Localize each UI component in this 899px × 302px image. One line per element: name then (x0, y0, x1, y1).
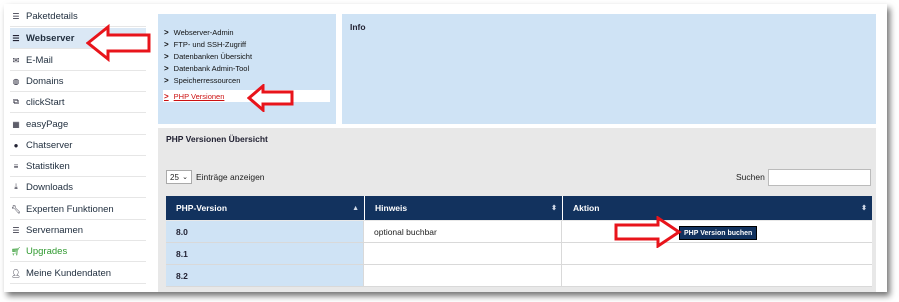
wrench-icon: 🔧︎ (10, 204, 22, 214)
chevron-right-icon: > (164, 52, 169, 61)
sidebar-item-easypage[interactable]: ▦ easyPage (10, 114, 146, 135)
sort-asc-icon: ▲ (352, 204, 359, 212)
annotation-arrow-icon (86, 24, 151, 62)
entries-control: 25 ⌄ Einträge anzeigen (166, 170, 265, 184)
cell-hinweis: optional buchbar (364, 221, 562, 243)
cell-aktion (562, 243, 872, 265)
cell-hinweis (364, 265, 562, 287)
sidebar-item-meine-kundendaten[interactable]: 👤︎ Meine Kundendaten (10, 263, 146, 284)
column-header-label: PHP-Version (176, 203, 228, 213)
table-row: 8.1 (166, 243, 872, 265)
sidebar-item-label: Paketdetails (26, 10, 78, 22)
envelope-icon: ✉ (12, 55, 20, 65)
annotation-arrow-icon (614, 216, 682, 248)
sidebar-item-downloads[interactable]: ⤓ Downloads (10, 177, 146, 198)
list-icon: ☰ (12, 11, 20, 21)
server-icon: ☰ (12, 33, 20, 43)
section-title: PHP Versionen Übersicht (166, 134, 268, 144)
server-list-icon: ☰ (12, 225, 20, 235)
sidebar-item-label: Upgrades (26, 245, 68, 257)
sidebar-item-label: easyPage (26, 118, 69, 130)
sidebar-item-label: Servernamen (26, 224, 84, 236)
sidebar-item-statistiken[interactable]: ≡ Statistiken (10, 156, 146, 177)
menu-item-ftp-ssh[interactable]: > FTP- und SSH-Zugriff (164, 39, 246, 50)
menu-item-label: PHP Versionen (173, 92, 225, 101)
sidebar-item-domains[interactable]: ◍ Domains (10, 71, 146, 92)
entries-select-value: 25 (170, 172, 179, 182)
chevron-right-icon: > (164, 40, 169, 49)
cart-icon: 🛒︎ (10, 246, 22, 256)
sort-icon: ⬍ (861, 205, 867, 212)
sidebar-item-label: Webserver (26, 32, 75, 44)
cell-php-version: 8.1 (166, 243, 364, 265)
menu-item-label: Datenbank Admin-Tool (173, 64, 250, 73)
menu-item-label: FTP- und SSH-Zugriff (173, 40, 247, 49)
table-row: 8.2 (166, 265, 872, 287)
menu-item-speicherressourcen[interactable]: > Speicherressourcen (164, 75, 240, 86)
table-header: PHP-Version ▲ Hinweis ⬍ Aktion ⬍ (166, 196, 872, 220)
chat-icon: ● (13, 140, 19, 150)
column-header-hinweis[interactable]: Hinweis ⬍ (364, 196, 562, 220)
sidebar-item-label: Chatserver (26, 139, 73, 151)
chevron-right-icon: > (164, 76, 169, 85)
php-version-buchen-button[interactable]: PHP Version buchen (679, 226, 758, 240)
sidebar-item-label: Domains (26, 75, 64, 87)
page-frame: ☰ Paketdetails ☰ Webserver ✉ E-Mail ◍ Do… (4, 4, 887, 292)
cell-hinweis (364, 243, 562, 265)
sidebar-item-chatserver[interactable]: ● Chatserver (10, 135, 146, 156)
menu-item-datenbanken[interactable]: > Datenbanken Übersicht (164, 51, 252, 62)
cell-aktion: PHP Version buchen (562, 221, 872, 243)
sidebar-item-label: E-Mail (26, 54, 53, 66)
cubes-icon: ⧉ (13, 97, 19, 106)
chevron-right-icon: > (164, 92, 169, 101)
cell-php-version: 8.0 (166, 221, 364, 243)
php-versions-section: PHP Versionen Übersicht 25 ⌄ Einträge an… (158, 128, 876, 292)
annotation-arrow-icon (247, 84, 294, 112)
table-row: 8.0 optional buchbar PHP Version buchen (166, 221, 872, 243)
column-header-php-version[interactable]: PHP-Version ▲ (166, 196, 364, 220)
sidebar-item-label: Downloads (26, 181, 73, 193)
sidebar-item-label: Statistiken (26, 160, 70, 172)
chevron-down-icon: ⌄ (182, 174, 188, 181)
column-header-label: Aktion (573, 203, 600, 213)
chevron-right-icon: > (164, 64, 169, 73)
chevron-right-icon: > (164, 28, 169, 37)
menu-item-php-versionen[interactable]: > PHP Versionen (164, 91, 224, 102)
bars-icon: ≡ (13, 161, 19, 171)
column-header-aktion[interactable]: Aktion ⬍ (562, 196, 872, 220)
column-header-label: Hinweis (375, 203, 408, 213)
sidebar-item-label: Meine Kundendaten (26, 267, 112, 279)
sidebar-item-servernamen[interactable]: ☰ Servernamen (10, 220, 146, 241)
globe-icon: ◍ (12, 76, 20, 86)
sidebar-item-clickstart[interactable]: ⧉ clickStart (10, 92, 146, 113)
sidebar-item-upgrades[interactable]: 🛒︎ Upgrades (10, 241, 146, 262)
entries-select[interactable]: 25 ⌄ (166, 170, 192, 184)
menu-item-datenbank-admin[interactable]: > Datenbank Admin-Tool (164, 63, 249, 74)
cell-php-version: 8.2 (166, 265, 364, 287)
menu-item-label: Webserver-Admin (173, 28, 234, 37)
user-icon: 👤︎ (10, 268, 22, 278)
sidebar-item-label: Experten Funktionen (26, 203, 114, 215)
entries-label: Einträge anzeigen (196, 172, 265, 182)
info-title: Info (350, 22, 366, 32)
grid-icon: ▦ (12, 119, 20, 129)
search-label: Suchen (736, 172, 765, 182)
menu-item-label: Datenbanken Übersicht (173, 52, 253, 61)
sort-icon: ⬍ (551, 205, 557, 212)
menu-item-label: Speicherressourcen (173, 76, 241, 85)
info-panel: Info (342, 14, 876, 124)
download-icon: ⤓ (14, 182, 18, 191)
menu-item-webserver-admin[interactable]: > Webserver-Admin (164, 27, 234, 38)
search-input[interactable] (768, 169, 871, 186)
sidebar-item-label: clickStart (26, 96, 65, 108)
sidebar-item-experten-funktionen[interactable]: 🔧︎ Experten Funktionen (10, 199, 146, 220)
cell-aktion (562, 265, 872, 287)
